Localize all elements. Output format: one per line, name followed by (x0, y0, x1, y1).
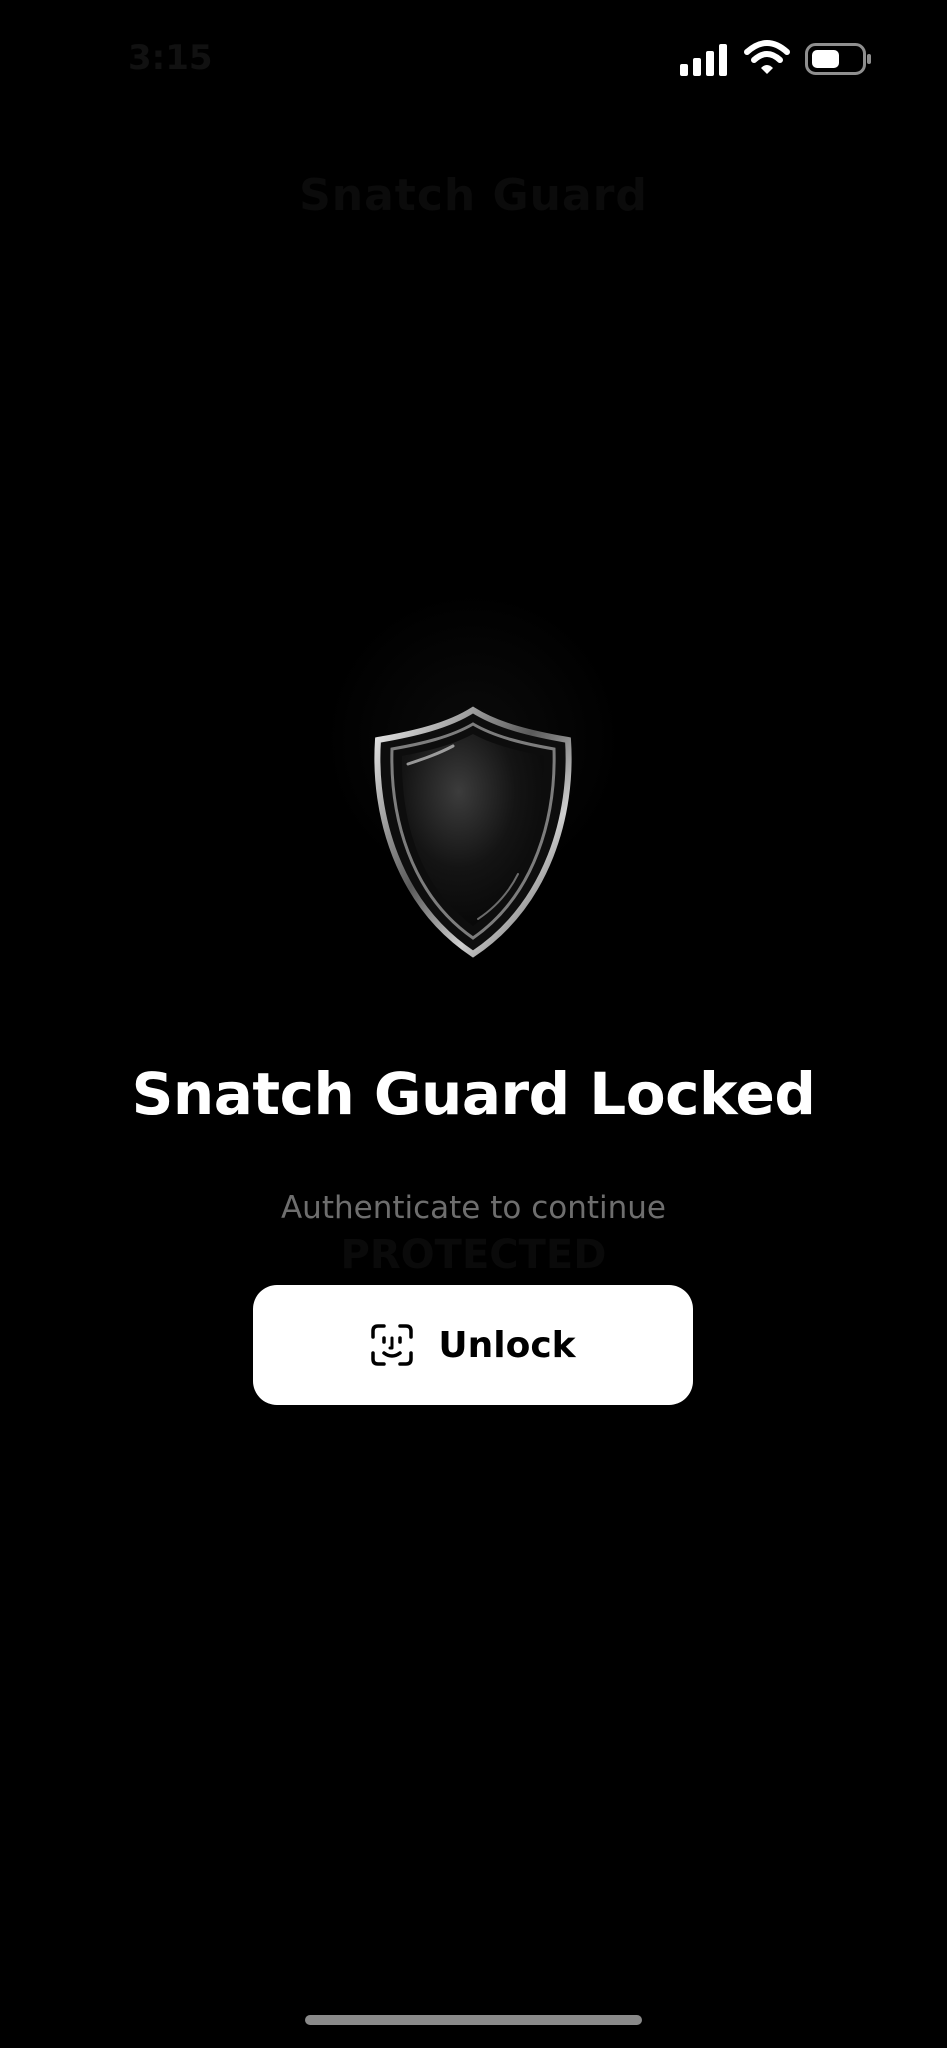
unlock-button-label: Unlock (438, 1324, 576, 1366)
face-id-icon (371, 1324, 414, 1366)
lock-title: Snatch Guard Locked (131, 1060, 816, 1128)
background-subtitle: PROTECTED (340, 1232, 607, 1278)
status-time: 3:15 (128, 38, 213, 78)
background-app-title: Snatch Guard (299, 170, 648, 221)
unlock-button[interactable]: Unlock (253, 1285, 693, 1405)
status-bar: 3:15 (0, 0, 947, 120)
shield-icon (374, 706, 572, 958)
lock-subtitle: Authenticate to continue (280, 1190, 667, 1226)
battery-icon (805, 43, 871, 75)
cellular-signal-icon (680, 44, 727, 76)
wifi-icon (744, 40, 790, 74)
home-indicator[interactable] (305, 2015, 642, 2025)
lock-screen: Snatch Guard 3:15 Snatch Guard Locked Au… (0, 0, 947, 2048)
